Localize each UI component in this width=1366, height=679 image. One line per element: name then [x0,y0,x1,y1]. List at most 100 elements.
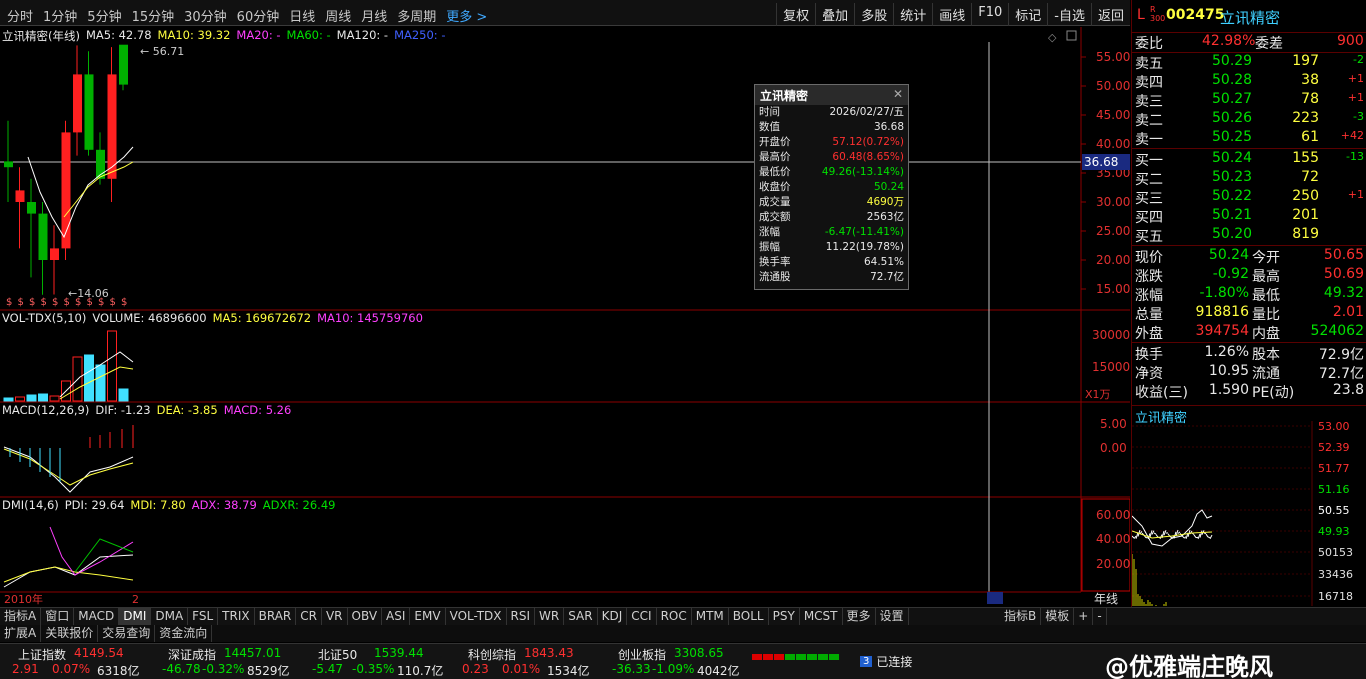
period-tab[interactable]: 日线 [284,4,320,27]
indicator-tab[interactable]: BOLL [729,608,769,625]
price-axis-label: 40.00 [1096,137,1130,151]
macd-axis-label: 0.00 [1100,441,1127,455]
indicator-tab[interactable]: MTM [692,608,729,625]
indicator-tab[interactable]: VR [322,608,348,625]
index-amount: 110.7亿 [397,664,444,678]
tool-button[interactable]: -自选 [1047,3,1091,26]
indicator-right-tab[interactable]: 模板 [1041,608,1075,625]
indicator-tab[interactable]: DMA [151,608,189,625]
dmi-adxr: ADXR: 26.49 [262,498,336,512]
tool-button[interactable]: 画线 [932,3,971,26]
chart-area[interactable]: 55.00 50.00 45.00 40.00 35.00 30.00 25.00 20.00… [0,27,1130,605]
sub-tab[interactable]: 资金流向 [155,625,213,642]
period-tab[interactable]: 周线 [320,4,356,27]
index-pct: -0.35% [352,662,395,676]
book-volume: 223 [1292,110,1319,126]
index-change: 2.91 [12,662,39,676]
period-tab[interactable]: 15分钟 [127,4,180,27]
sub-tab[interactable]: 关联报价 [41,625,99,642]
indicator-tab[interactable]: RSI [507,608,536,625]
vol-ma10: MA10: 145759760 [317,311,423,325]
indicator-tab[interactable]: CR [296,608,322,625]
indicator-tab[interactable]: PSY [769,608,800,625]
stat-value: 1.590 [1208,382,1249,398]
stat-label: 净资 [1135,366,1163,382]
indicator-tab[interactable]: FSL [188,608,219,625]
stock-name: 立讯精密 [1220,9,1281,27]
index-name[interactable]: 科创综指 [468,646,516,663]
tool-button[interactable]: 多股 [854,3,893,26]
stat-label: 今开 [1252,250,1280,266]
tool-button[interactable]: 复权 [776,3,815,26]
indicator-tab[interactable]: WR [535,608,565,625]
dmi-name: DMI(14,6) [2,498,59,512]
wecha-label: 委差 [1255,36,1283,52]
indicator-tab[interactable]: ROC [657,608,692,625]
more-periods-button[interactable]: 更多 > [441,4,492,27]
stat-row: 总量 918816 量比 2.01 [1132,304,1366,323]
dmi-mdi: MDI: 7.80 [130,498,186,512]
period-tab[interactable]: 月线 [356,4,392,27]
stat-label: 量比 [1252,307,1280,323]
period-tabs: 分时 1分钟 5分钟 15分钟 30分钟 60分钟 日线 周线 月线 多周期 更多 > [2,4,492,27]
indicator-tab[interactable]: VOL-TDX [446,608,507,625]
period-tab[interactable]: 多周期 [392,4,441,27]
indicator-tab[interactable]: MCST [800,608,843,625]
stat-label: 涨幅 [1135,288,1163,304]
ma10-label: MA10: 39.32 [157,28,231,42]
tool-button[interactable]: 统计 [893,3,932,26]
indicator-right-tab[interactable]: + [1074,608,1094,625]
close-icon[interactable]: ✕ [893,87,903,101]
indicator-tab[interactable]: 更多 [843,608,876,625]
tool-button[interactable]: 标记 [1008,3,1047,26]
indicator-tab[interactable]: 窗口 [41,608,75,625]
indicator-tab[interactable]: MACD [74,608,120,625]
indicator-tab[interactable]: 设置 [876,608,909,625]
period-tab[interactable]: 分时 [2,4,38,27]
index-name[interactable]: 创业板指 [618,646,666,663]
indicator-right-tab[interactable]: 指标B [1000,608,1042,625]
sub-tab[interactable]: 扩展A [0,625,42,642]
indicator-right-tab[interactable]: - [1093,608,1107,625]
book-price: 50.20 [1212,226,1253,242]
volume-bar [95,364,106,402]
stat-value: 23.8 [1332,382,1364,398]
macd-name: MACD(12,26,9) [2,403,90,417]
indicator-tab[interactable]: SAR [564,608,598,625]
period-tab[interactable]: 5分钟 [82,4,126,27]
window-icon[interactable] [1066,30,1077,41]
price-axis-label: 20.00 [1096,253,1130,267]
diamond-icon[interactable]: ◇ [1048,31,1057,44]
sub-tab-list: 扩展A 关联报价 交易查询 资金流向 [0,625,1366,642]
indicator-tab[interactable]: TRIX [218,608,255,625]
indicator-tab[interactable]: 指标A [0,608,42,625]
tooltip-row: 最高价 60.48(8.65%) [755,150,908,165]
tool-button[interactable]: F10 [971,3,1008,26]
indicator-tab[interactable]: BRAR [255,608,297,625]
order-book-row: 买二 50.23 72 [1132,169,1366,188]
indicator-tab[interactable]: ASI [382,608,411,625]
index-name[interactable]: 上证指数 [18,646,66,663]
index-name[interactable]: 北证50 [318,646,357,663]
index-name[interactable]: 深证成指 [168,646,216,663]
candle-body [15,190,25,202]
period-tab[interactable]: 30分钟 [179,4,232,27]
period-tab[interactable]: 60分钟 [232,4,285,27]
tooltip-key: 时间 [759,106,780,118]
indicator-tab[interactable]: DMI [119,608,152,625]
tool-button[interactable]: 返回 [1090,3,1130,26]
connection-status[interactable]: 3 已连接 [860,653,912,670]
tool-button[interactable]: 叠加 [815,3,854,26]
ma20-label: MA20: - [236,28,281,42]
tooltip-value: 50.24 [873,181,904,193]
indicator-tab[interactable]: OBV [348,608,383,625]
indicator-tab[interactable]: EMV [410,608,446,625]
indicator-tab[interactable]: KDJ [598,608,628,625]
vol-axis-label: 30000 [1092,328,1130,342]
index-status-bar: 上证指数 4149.54 2.91 0.07% 6318亿 深证成指 14457.01 -46… [0,643,1366,679]
stat-row: 涨幅 -1.80% 最低 49.32 [1132,285,1366,304]
period-tab[interactable]: 1分钟 [38,4,82,27]
mini-axis-label: 51.77 [1318,462,1350,475]
sub-tab[interactable]: 交易查询 [98,625,156,642]
indicator-tab[interactable]: CCI [627,608,657,625]
